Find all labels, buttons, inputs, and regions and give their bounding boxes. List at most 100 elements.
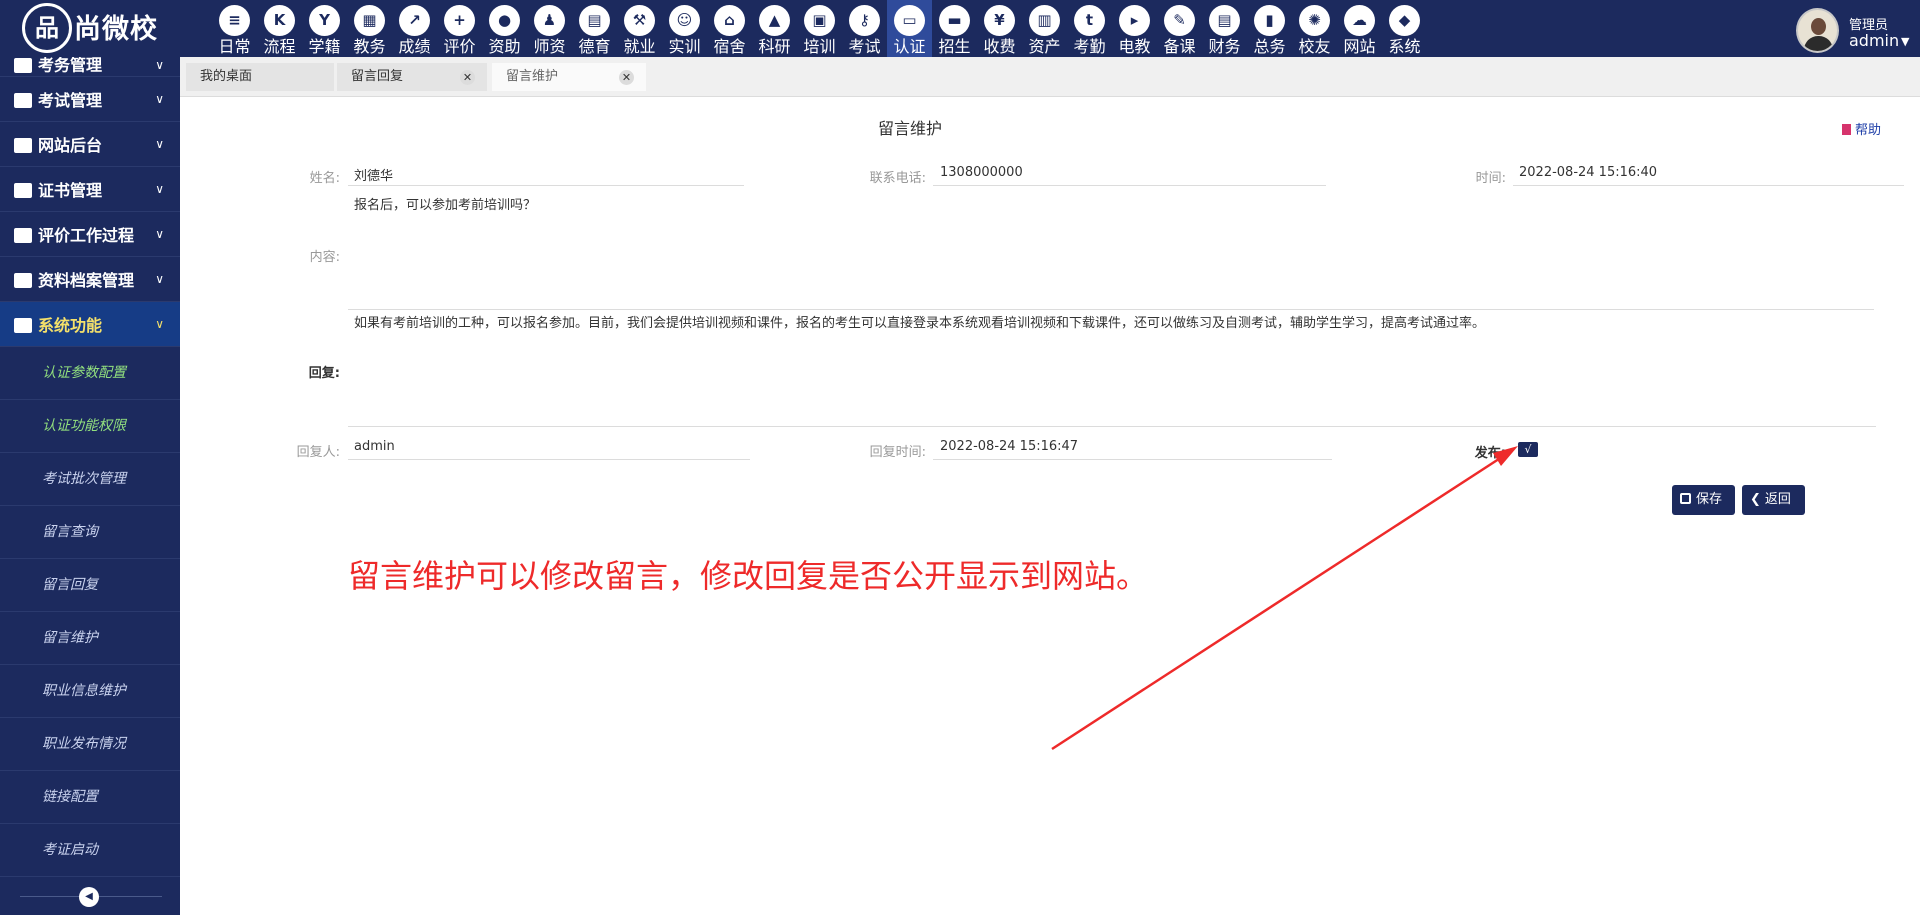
module-label: 总务 bbox=[1253, 37, 1286, 56]
module-17[interactable]: ¥ 收费 bbox=[977, 0, 1022, 57]
module-10[interactable]: ☺ 实训 bbox=[662, 0, 707, 57]
reply-textarea[interactable]: 如果有考前培训的工种，可以报名参加。目前，我们会提供培训视频和课件，报名的考生可… bbox=[348, 316, 1876, 427]
name-label: 姓名: bbox=[309, 171, 340, 186]
module-21[interactable]: ✎ 备课 bbox=[1157, 0, 1202, 57]
module-5[interactable]: + 评价 bbox=[437, 0, 482, 57]
sidebar-item-message-query[interactable]: 留言查询 bbox=[0, 506, 180, 559]
sidebar-group-evaluation[interactable]: 评价工作过程 ∨ bbox=[0, 212, 180, 257]
sidebar-group-archives[interactable]: 资料档案管理 ∨ bbox=[0, 257, 180, 302]
replier-field[interactable]: admin bbox=[348, 439, 750, 460]
user-name[interactable]: admin bbox=[1849, 31, 1899, 50]
time-label: 时间: bbox=[1475, 171, 1506, 186]
module-16[interactable]: ▬ 招生 bbox=[932, 0, 977, 57]
phone-field[interactable]: 1308000000 bbox=[933, 165, 1326, 186]
avatar[interactable] bbox=[1796, 8, 1839, 53]
module-19[interactable]: t 考勤 bbox=[1067, 0, 1112, 57]
module-label: 考试 bbox=[848, 37, 881, 56]
module-24[interactable]: ✺ 校友 bbox=[1292, 0, 1337, 57]
chevron-down-icon: ∨ bbox=[155, 272, 164, 286]
publish-checkbox[interactable]: √ bbox=[1518, 442, 1538, 457]
module-label: 系统 bbox=[1388, 37, 1421, 56]
sidebar-group-exam-management[interactable]: 考试管理 ∨ bbox=[0, 77, 180, 122]
module-label: 评价 bbox=[443, 37, 476, 56]
module-7[interactable]: ♟ 师资 bbox=[527, 0, 572, 57]
caret-down-icon[interactable]: ▼ bbox=[1901, 35, 1909, 48]
arrow-line bbox=[1051, 453, 1506, 751]
sidebar-item-link-config[interactable]: 链接配置 bbox=[0, 771, 180, 824]
key-icon: ⚷ bbox=[849, 5, 880, 36]
phone-label: 联系电话: bbox=[869, 171, 926, 186]
sidebar-item-cert-params[interactable]: 认证参数配置 bbox=[0, 347, 180, 400]
module-18[interactable]: ▥ 资产 bbox=[1022, 0, 1067, 57]
time-field[interactable]: 2022-08-24 15:16:40 bbox=[1513, 165, 1904, 186]
sidebar-group-exam-affairs[interactable]: 考务管理 ∨ bbox=[0, 57, 180, 77]
edit-icon: ✎ bbox=[1164, 5, 1195, 36]
content-label: 内容: bbox=[309, 250, 340, 265]
module-0[interactable]: ≡ 日常 bbox=[212, 0, 257, 57]
module-15[interactable]: ▭ 认证 bbox=[887, 0, 932, 57]
back-button[interactable]: ❮ 返回 bbox=[1742, 485, 1805, 515]
content-textarea[interactable]: 报名后，可以参加考前培训吗？ bbox=[348, 198, 1874, 310]
sidebar-group-certificate[interactable]: 证书管理 ∨ bbox=[0, 167, 180, 212]
tumblr-icon: t bbox=[1074, 5, 1105, 36]
close-icon[interactable]: ✕ bbox=[460, 70, 475, 85]
module-25[interactable]: ☁ 网站 bbox=[1337, 0, 1382, 57]
sidebar-group-system[interactable]: 系统功能 ∨ bbox=[0, 302, 180, 347]
chart-icon: ↗ bbox=[399, 5, 430, 36]
flow-icon: K bbox=[264, 5, 295, 36]
module-label: 德育 bbox=[578, 37, 611, 56]
tab-desktop[interactable]: 我的桌面 bbox=[186, 63, 334, 91]
sidebar-item-job-publish[interactable]: 职业发布情况 bbox=[0, 718, 180, 771]
module-label: 学籍 bbox=[308, 37, 341, 56]
module-label: 教务 bbox=[353, 37, 386, 56]
help-link[interactable]: 帮助 bbox=[1842, 119, 1881, 138]
module-11[interactable]: ⌂ 宿舍 bbox=[707, 0, 752, 57]
module-label: 成绩 bbox=[398, 37, 431, 56]
module-3[interactable]: ▦ 教务 bbox=[347, 0, 392, 57]
tab-message-reply[interactable]: 留言回复 ✕ bbox=[337, 63, 487, 91]
module-14[interactable]: ⚷ 考试 bbox=[842, 0, 887, 57]
module-2[interactable]: Y 学籍 bbox=[302, 0, 347, 57]
sidebar-item-cert-permissions[interactable]: 认证功能权限 bbox=[0, 400, 180, 453]
sidebar-item-exam-batches[interactable]: 考试批次管理 bbox=[0, 453, 180, 506]
module-13[interactable]: ▣ 培训 bbox=[797, 0, 842, 57]
module-23[interactable]: ▮ 总务 bbox=[1247, 0, 1292, 57]
sidebar-group-website-admin[interactable]: 网站后台 ∨ bbox=[0, 122, 180, 167]
calendar-plus-icon: + bbox=[444, 5, 475, 36]
module-4[interactable]: ↗ 成绩 bbox=[392, 0, 437, 57]
sidebar-item-job-info[interactable]: 职业信息维护 bbox=[0, 665, 180, 718]
module-8[interactable]: ▤ 德育 bbox=[572, 0, 617, 57]
reply-time-field[interactable]: 2022-08-24 15:16:47 bbox=[933, 439, 1332, 460]
module-1[interactable]: K 流程 bbox=[257, 0, 302, 57]
module-label: 认证 bbox=[893, 37, 926, 56]
user-circle-icon: ● bbox=[489, 5, 520, 36]
cloud-icon: ☁ bbox=[1344, 5, 1375, 36]
folder-icon bbox=[14, 138, 32, 153]
bar-chart-icon: ▮ bbox=[1254, 5, 1285, 36]
logo-badge: 品 bbox=[22, 3, 72, 53]
module-12[interactable]: ▲ 科研 bbox=[752, 0, 797, 57]
gavel-icon: ⚒ bbox=[624, 5, 655, 36]
close-icon[interactable]: ✕ bbox=[619, 70, 634, 85]
columns-icon bbox=[14, 228, 32, 243]
module-26[interactable]: ◆ 系统 bbox=[1382, 0, 1427, 57]
sidebar-collapse[interactable]: ◀ bbox=[0, 885, 180, 909]
name-field[interactable]: 刘德华 bbox=[348, 165, 744, 186]
collapse-arrow-icon[interactable]: ◀ bbox=[79, 887, 99, 907]
module-6[interactable]: ● 资助 bbox=[482, 0, 527, 57]
save-button[interactable]: 保存 bbox=[1672, 485, 1735, 515]
arrow-left-icon: ❮ bbox=[1750, 492, 1761, 507]
module-9[interactable]: ⚒ 就业 bbox=[617, 0, 662, 57]
sidebar-item-cert-start[interactable]: 考证启动 bbox=[0, 824, 180, 877]
brand-logo[interactable]: 品 尚微校 SWX8.COM bbox=[22, 3, 191, 93]
top-bar: 品 尚微校 SWX8.COM ≡日常K流程Y学籍▦教务↗成绩+评价●资助♟师资▤… bbox=[0, 0, 1920, 93]
tab-message-maintenance[interactable]: 留言维护 ✕ bbox=[492, 63, 646, 91]
chevron-down-icon: ∨ bbox=[155, 92, 164, 106]
module-20[interactable]: ▸ 电教 bbox=[1112, 0, 1157, 57]
sidebar-item-message-maintenance[interactable]: 留言维护 bbox=[0, 612, 180, 665]
publish-label: 发布: bbox=[1474, 446, 1506, 461]
sidebar-item-message-reply[interactable]: 留言回复 bbox=[0, 559, 180, 612]
user-menu[interactable]: 管理员 admin ▼ bbox=[1796, 8, 1916, 53]
module-22[interactable]: ▤ 财务 bbox=[1202, 0, 1247, 57]
annotation-text: 留言维护可以修改留言，修改回复是否公开显示到网站。 bbox=[348, 557, 1149, 595]
